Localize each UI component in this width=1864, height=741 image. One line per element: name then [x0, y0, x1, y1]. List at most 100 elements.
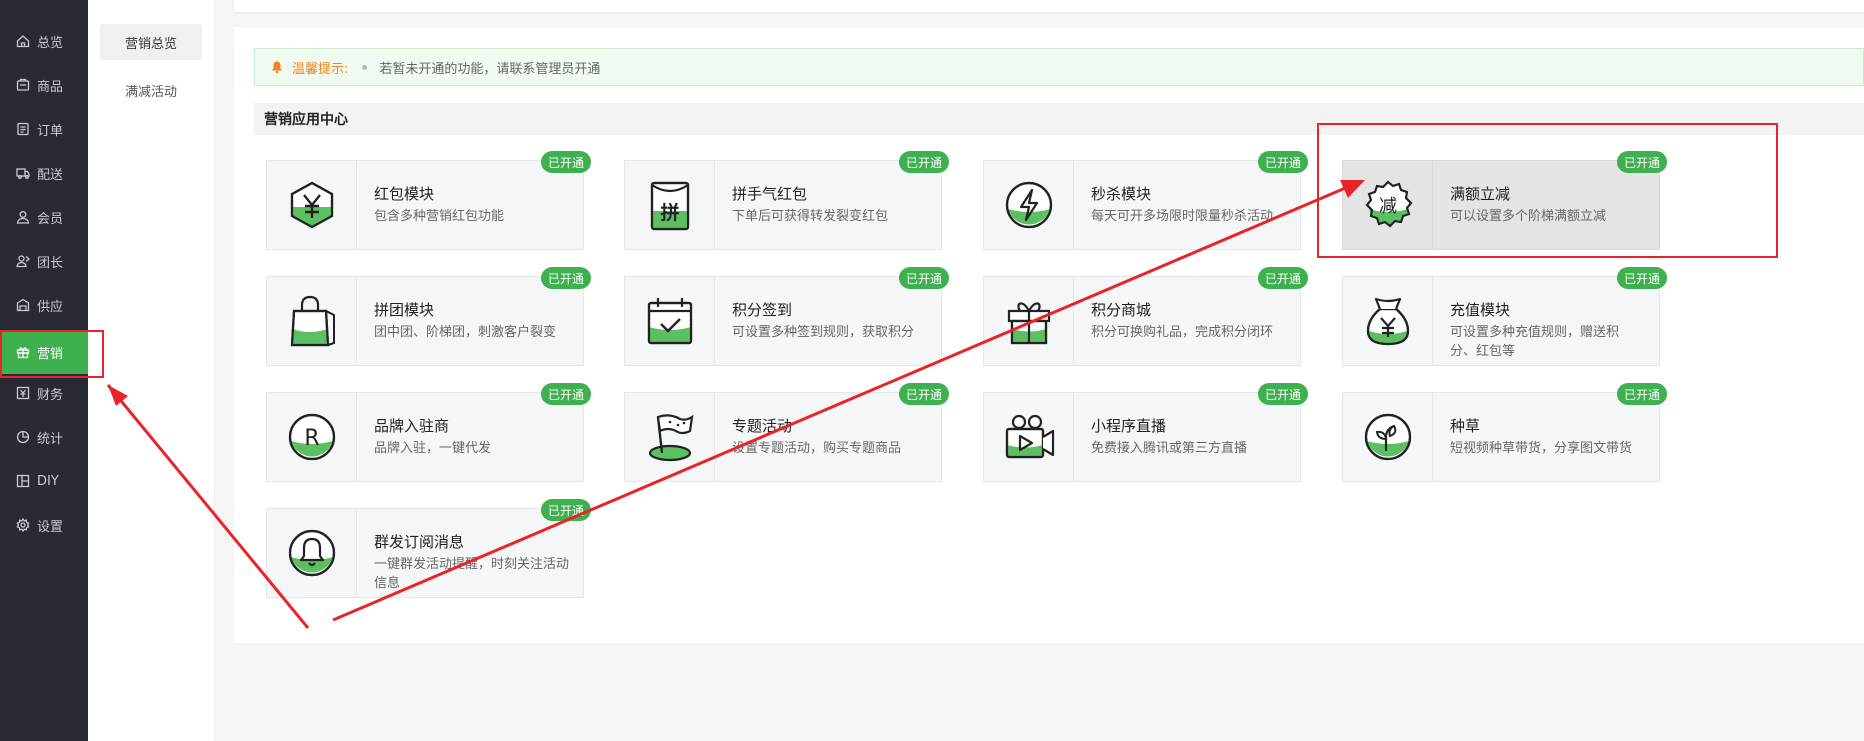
app-card-red-packet[interactable]: 红包模块 包含多种营销红包功能 已开通 — [266, 151, 591, 250]
status-badge: 已开通 — [1257, 267, 1308, 289]
gift-box-icon — [1007, 302, 1050, 345]
sidebar-item-label: 会员 — [37, 211, 64, 227]
diy-icon — [16, 474, 30, 488]
card-title: 拼手气红包 — [732, 185, 808, 203]
card-description: 下单后可获得转发裂变红包 — [732, 209, 889, 224]
subnav-item-full-reduction[interactable]: 满减活动 — [100, 72, 202, 108]
yuan-hexagon-icon — [290, 181, 333, 229]
card-title: 秒杀模块 — [1091, 185, 1152, 203]
status-badge: 已开通 — [540, 383, 591, 405]
sidebar-item-statistics[interactable]: 统计 — [0, 415, 88, 459]
card-icon-box — [625, 393, 715, 481]
app-card-points-mall[interactable]: 积分商城 积分可换购礼品，完成积分闭环 已开通 — [983, 267, 1308, 366]
status-badge: 已开通 — [540, 151, 591, 173]
app-card-points-checkin[interactable]: 积分签到 可设置多种签到规则，获取积分 已开通 — [624, 267, 949, 366]
card-icon-box — [1343, 277, 1433, 365]
card-title: 种草 — [1450, 417, 1481, 435]
lightning-icon — [1005, 181, 1052, 229]
tip-text: 若暂未开通的功能，请联系管理员开通 — [379, 61, 601, 77]
status-badge: 已开通 — [540, 499, 591, 521]
card-icon-box — [984, 393, 1074, 481]
card-title: 积分商城 — [1091, 301, 1152, 319]
status-badge: 已开通 — [1616, 267, 1667, 289]
annotation-box-full-reduction — [1317, 123, 1778, 258]
svg-text:R: R — [304, 426, 319, 451]
supply-icon — [16, 298, 30, 312]
secondary-sidebar: 营销总览 满减活动 — [88, 0, 215, 741]
app-card-special-topic[interactable]: 专题活动 设置专题活动，购买专题商品 已开通 — [624, 383, 949, 482]
sidebar-item-delivery[interactable]: 配送 — [0, 151, 88, 195]
status-badge: 已开通 — [898, 151, 949, 173]
card-description: 可设置多种充值规则，赠送积分、红包等 — [1450, 325, 1620, 359]
app-card-recharge[interactable]: 充值模块 可设置多种充值规则，赠送积分、红包等 已开通 — [1342, 267, 1667, 366]
card-title: 群发订阅消息 — [374, 533, 465, 551]
card-description: 一键群发活动提醒，时刻关注活动信息 — [374, 557, 570, 591]
sidebar-item-label: 供应 — [37, 299, 64, 315]
shopping-bag-icon — [290, 295, 335, 347]
finance-icon — [16, 386, 30, 400]
card-description: 每天可开多场限时限量秒杀活动 — [1091, 209, 1274, 224]
card-description: 积分可换购礼品，完成积分闭环 — [1091, 325, 1274, 340]
brand-r-icon: R — [288, 413, 335, 461]
app-card-group-buy[interactable]: 拼团模块 团中团、阶梯团，刺激客户裂变 已开通 — [266, 267, 591, 366]
status-badge: 已开通 — [1616, 383, 1667, 405]
sidebar-item-label: 商品 — [37, 79, 64, 95]
card-description: 设置专题活动，购买专题商品 — [732, 441, 902, 456]
order-icon — [16, 122, 30, 136]
sidebar-item-diy[interactable]: DIY — [0, 459, 88, 503]
sidebar-item-goods[interactable]: 商品 — [0, 63, 88, 107]
card-description: 可设置多种签到规则，获取积分 — [732, 325, 915, 340]
card-description: 包含多种营销红包功能 — [374, 209, 505, 224]
goods-icon — [16, 78, 30, 92]
card-title: 充值模块 — [1450, 301, 1511, 319]
video-camera-icon — [1005, 414, 1054, 459]
bell-icon — [270, 60, 284, 74]
card-title: 小程序直播 — [1091, 417, 1167, 435]
card-description: 团中团、阶梯团，刺激客户裂变 — [374, 325, 557, 340]
money-bag-icon — [1366, 297, 1409, 346]
subnav-item-marketing-overview[interactable]: 营销总览 — [100, 24, 202, 60]
card-icon-box — [267, 161, 357, 249]
sidebar-item-orders[interactable]: 订单 — [0, 107, 88, 151]
status-badge: 已开通 — [1257, 383, 1308, 405]
section-title: 营销应用中心 — [264, 112, 348, 128]
app-card-lucky-red-packet[interactable]: 拼 拼手气红包 下单后可获得转发裂变红包 已开通 — [624, 151, 949, 250]
sidebar-item-leader[interactable]: 团长 — [0, 239, 88, 283]
card-title: 品牌入驻商 — [374, 417, 450, 435]
bullet-dot — [362, 64, 368, 70]
card-title: 红包模块 — [374, 185, 435, 203]
card-title: 拼团模块 — [374, 301, 435, 319]
sidebar-item-label: 订单 — [37, 123, 64, 139]
annotation-box-marketing — [0, 330, 104, 378]
card-icon-box: 拼 — [625, 161, 715, 249]
leader-icon — [16, 254, 30, 268]
card-icon-box — [267, 509, 357, 597]
app-card-seeding[interactable]: 种草 短视频种草带货，分享图文带货 已开通 — [1342, 383, 1667, 482]
card-icon-box — [625, 277, 715, 365]
top-bar — [234, 0, 1864, 12]
card-icon-box — [984, 277, 1074, 365]
gear-icon — [16, 518, 30, 532]
sidebar-item-label: 总览 — [37, 35, 64, 51]
status-badge: 已开通 — [540, 267, 591, 289]
card-icon-box: R — [267, 393, 357, 481]
sidebar-item-label: DIY — [37, 473, 59, 489]
main-panel: 温馨提示: 若暂未开通的功能，请联系管理员开通 营销应用中心 红包模块 包含多种… — [234, 27, 1864, 643]
sidebar-item-overview[interactable]: 总览 — [0, 19, 88, 63]
app-card-flash-sale[interactable]: 秒杀模块 每天可开多场限时限量秒杀活动 已开通 — [983, 151, 1308, 250]
status-badge: 已开通 — [898, 383, 949, 405]
card-icon-box — [267, 277, 357, 365]
app-card-subscription-message[interactable]: 群发订阅消息 一键群发活动提醒，时刻关注活动信息 已开通 — [266, 499, 591, 598]
status-badge: 已开通 — [1257, 151, 1308, 173]
bell-icon — [288, 529, 335, 577]
sidebar-item-settings[interactable]: 设置 — [0, 503, 88, 547]
status-badge: 已开通 — [898, 267, 949, 289]
sidebar-item-label: 配送 — [37, 167, 64, 183]
sidebar-item-supply[interactable]: 供应 — [0, 283, 88, 327]
sidebar-item-members[interactable]: 会员 — [0, 195, 88, 239]
sprout-icon — [1364, 413, 1411, 461]
tip-label: 温馨提示: — [292, 61, 349, 77]
card-description: 品牌入驻，一键代发 — [374, 441, 492, 456]
app-card-mini-live[interactable]: 小程序直播 免费接入腾讯或第三方直播 已开通 — [983, 383, 1308, 482]
app-card-brand-merchant[interactable]: R 品牌入驻商 品牌入驻，一键代发 已开通 — [266, 383, 591, 482]
